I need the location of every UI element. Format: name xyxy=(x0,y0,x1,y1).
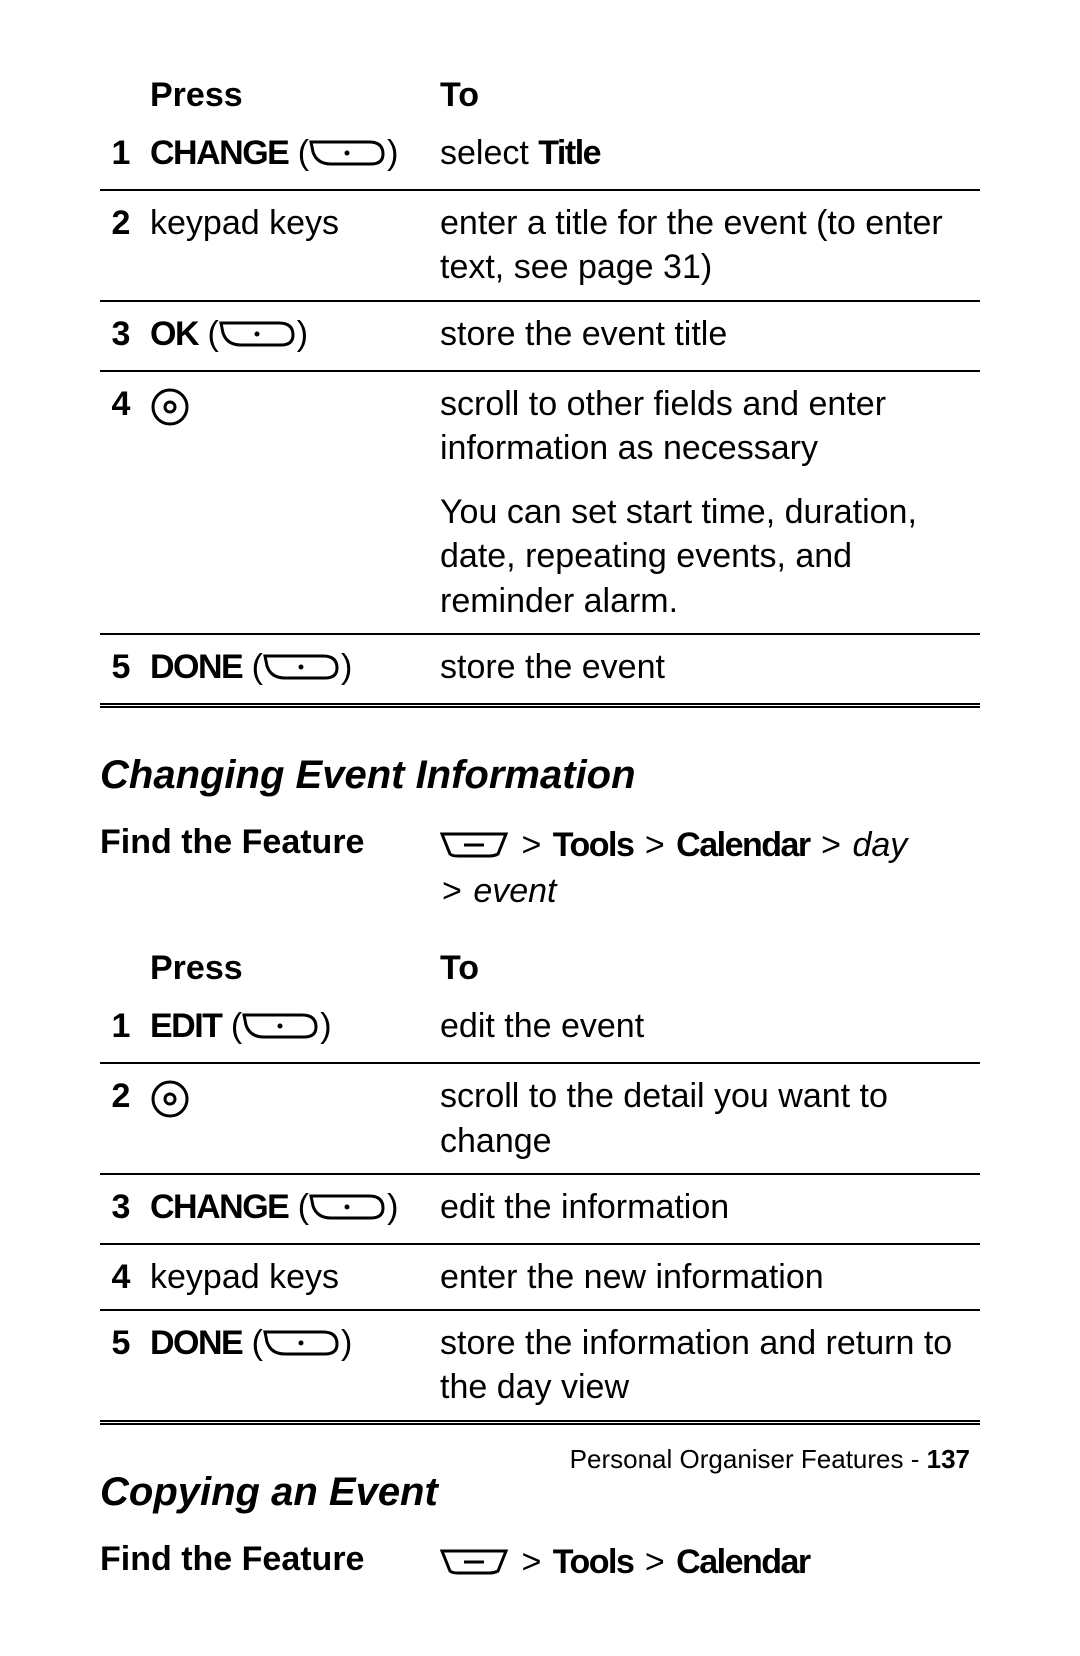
to-cell: store the event xyxy=(440,634,980,706)
softkey-label: CHANGE xyxy=(150,134,288,172)
find-feature-label: Find the Feature xyxy=(100,1540,440,1579)
to-cell: store the event title xyxy=(440,301,980,371)
steps-table-1: Press To 1 CHANGE () select Title 2 keyp… xyxy=(100,70,980,708)
press-cell: OK () xyxy=(150,301,440,371)
softkey-icon xyxy=(309,135,387,179)
step-number: 3 xyxy=(100,301,150,371)
press-cell: CHANGE () xyxy=(150,121,440,190)
find-feature-label: Find the Feature xyxy=(100,823,440,862)
softkey-label: OK xyxy=(150,315,198,353)
col-to-header: To xyxy=(440,943,980,994)
section-heading-changing: Changing Event Information xyxy=(100,753,980,798)
press-cell: EDIT () xyxy=(150,994,440,1063)
page-footer: Personal Organiser Features - 137 xyxy=(570,1444,970,1475)
softkey-icon xyxy=(242,1008,320,1052)
step-number: 3 xyxy=(100,1174,150,1244)
col-press-header: Press xyxy=(150,70,440,121)
to-cell: select Title xyxy=(440,121,980,190)
softkey-icon xyxy=(309,1189,387,1233)
footer-text: Personal Organiser Features - xyxy=(570,1444,927,1474)
to-cell: enter a title for the event (to enter te… xyxy=(440,190,980,300)
softkey-label: EDIT xyxy=(150,1007,221,1045)
col-press-header: Press xyxy=(150,943,440,994)
step-number: 2 xyxy=(100,190,150,300)
to-cell: enter the new information xyxy=(440,1244,980,1310)
softkey-icon xyxy=(263,649,341,693)
press-cell xyxy=(150,1063,440,1173)
step-number: 1 xyxy=(100,121,150,190)
press-cell: keypad keys xyxy=(150,1244,440,1310)
steps-table-2: Press To 1 EDIT () edit the event 2 scro… xyxy=(100,943,980,1424)
find-feature-row: Find the Feature > Tools > Calendar > da… xyxy=(100,823,980,913)
softkey-icon xyxy=(263,1325,341,1369)
to-cell: scroll to the detail you want to change xyxy=(440,1063,980,1173)
step-number: 5 xyxy=(100,634,150,706)
menu-icon xyxy=(440,825,510,869)
col-to-header: To xyxy=(440,70,980,121)
press-cell: keypad keys xyxy=(150,190,440,300)
find-feature-path: > Tools > Calendar xyxy=(440,1540,810,1586)
to-cell: scroll to other fields and enter informa… xyxy=(440,371,980,480)
nav-icon xyxy=(150,384,190,428)
step-number: 4 xyxy=(100,1244,150,1310)
section-heading-copying: Copying an Event xyxy=(100,1470,980,1515)
to-cell: edit the information xyxy=(440,1174,980,1244)
softkey-label: DONE xyxy=(150,1324,242,1362)
softkey-label: DONE xyxy=(150,648,242,686)
step-number: 2 xyxy=(100,1063,150,1173)
softkey-label: CHANGE xyxy=(150,1188,288,1226)
find-feature-row: Find the Feature > Tools > Calendar xyxy=(100,1540,980,1586)
find-feature-path: > Tools > Calendar > day > event xyxy=(440,823,907,913)
to-cell-extra: You can set start time, duration, date, … xyxy=(440,480,980,634)
to-cell: edit the event xyxy=(440,994,980,1063)
nav-icon xyxy=(150,1076,190,1120)
press-cell: DONE () xyxy=(150,1310,440,1422)
to-cell: store the information and return to the … xyxy=(440,1310,980,1422)
press-cell: DONE () xyxy=(150,634,440,706)
step-number: 4 xyxy=(100,371,150,480)
menu-icon xyxy=(440,1542,510,1586)
page-number: 137 xyxy=(927,1444,970,1474)
step-number: 5 xyxy=(100,1310,150,1422)
step-number: 1 xyxy=(100,994,150,1063)
press-cell: CHANGE () xyxy=(150,1174,440,1244)
softkey-icon xyxy=(219,316,297,360)
press-cell xyxy=(150,371,440,480)
